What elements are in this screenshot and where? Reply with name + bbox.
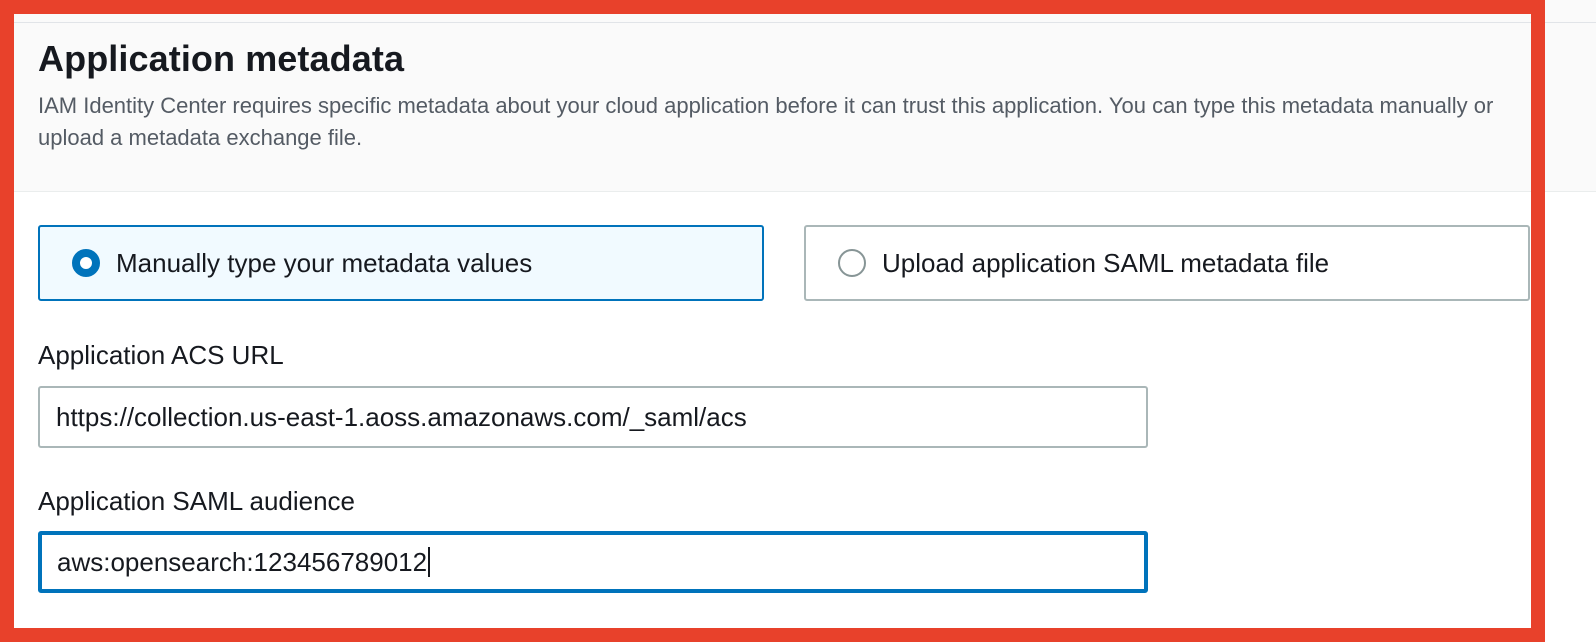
acs-url-label: Application ACS URL bbox=[38, 340, 284, 370]
saml-audience-label: Application SAML audience bbox=[38, 486, 356, 516]
radio-tile-upload-file[interactable]: Upload application SAML metadata file bbox=[804, 225, 1530, 301]
radio-label-manual-entry: Manually type your metadata values bbox=[116, 247, 533, 278]
radio-label-upload-file: Upload application SAML metadata file bbox=[882, 247, 1330, 278]
acs-url-value: https://collection.us-east-1.aoss.amazon… bbox=[56, 401, 747, 432]
radio-button-unselected-icon[interactable] bbox=[838, 249, 866, 277]
saml-audience-value: aws:opensearch:123456789012 bbox=[57, 546, 428, 577]
section-header: Application metadata IAM Identity Center… bbox=[0, 0, 1596, 192]
radio-tile-manual-entry[interactable]: Manually type your metadata values bbox=[38, 225, 764, 301]
acs-url-input[interactable]: https://collection.us-east-1.aoss.amazon… bbox=[38, 386, 1148, 448]
text-cursor bbox=[428, 547, 431, 577]
radio-button-selected-icon[interactable] bbox=[72, 249, 100, 277]
saml-audience-input[interactable]: aws:opensearch:123456789012 bbox=[38, 531, 1148, 593]
section-title: Application metadata bbox=[38, 38, 405, 79]
section-description: IAM Identity Center requires specific me… bbox=[38, 93, 1494, 150]
header-divider bbox=[0, 22, 1596, 23]
application-metadata-panel: Application metadata IAM Identity Center… bbox=[0, 0, 1596, 642]
